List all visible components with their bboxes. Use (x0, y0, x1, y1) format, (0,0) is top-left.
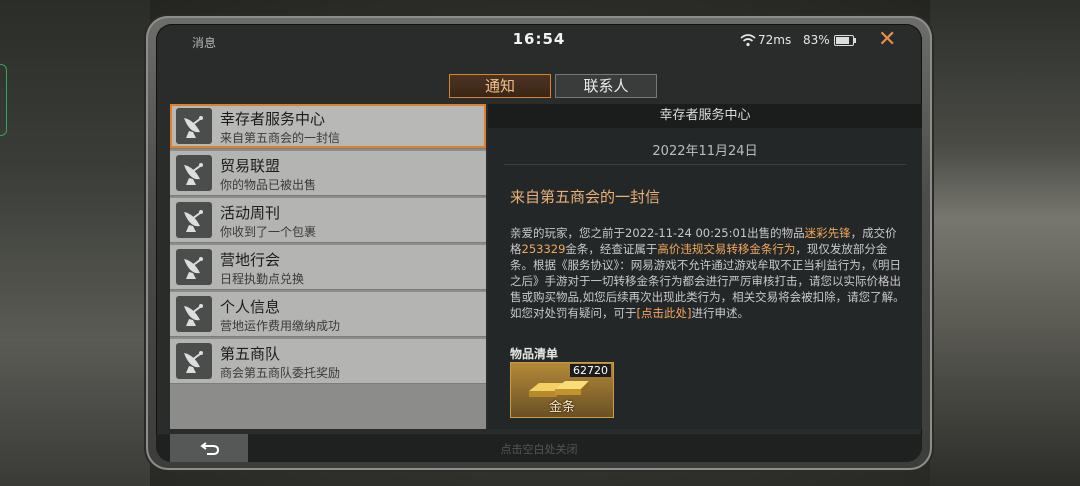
body-text: 金条，经查证属于 (565, 242, 658, 256)
satellite-dish-icon (176, 155, 212, 191)
message-title: 贸易联盟 (220, 157, 281, 175)
close-icon[interactable]: ✕ (878, 27, 896, 52)
appeal-link[interactable]: [点击此处] (637, 306, 692, 320)
battery-percent: 83% (803, 33, 830, 47)
tab-bar: 通知 联系人 (449, 74, 657, 98)
tab-contacts[interactable]: 联系人 (555, 74, 657, 98)
body-text: 亲爱的玩家，您之前于2022-11-24 00:25:01出售的物品 (510, 226, 805, 240)
body-text: 进行申述。 (691, 306, 749, 320)
wifi-icon (740, 34, 756, 47)
close-hint[interactable]: 点击空白处关闭 (156, 441, 922, 457)
message-item[interactable]: 营地行会 日程执勤点兑换 (170, 245, 486, 290)
body-highlight: 迷彩先锋 (804, 226, 851, 240)
message-item[interactable]: 第五商队 商会第五商队委托奖励 (170, 339, 486, 384)
message-title: 第五商队 (220, 345, 281, 363)
message-subtitle: 商会第五商队委托奖励 (220, 366, 341, 380)
edge-tab-indicator[interactable] (0, 64, 7, 136)
satellite-dish-icon (176, 202, 212, 238)
message-subtitle: 日程执勤点兑换 (220, 272, 305, 286)
body-highlight: 高价违规交易转移金条行为 (657, 242, 796, 256)
tablet-screen: 消息 16:54 72ms 83% ✕ 通知 联系人 幸存者服务中心 来自第五商… (156, 24, 922, 462)
detail-header: 幸存者服务中心 (488, 104, 922, 128)
message-title: 个人信息 (220, 298, 281, 316)
background-left (0, 0, 150, 486)
satellite-dish-icon (176, 296, 212, 332)
message-item[interactable]: 活动周刊 你收到了一个包裹 (170, 198, 486, 243)
status-bar: 消息 16:54 72ms 83% ✕ (156, 24, 922, 58)
message-subtitle: 你的物品已被出售 (220, 178, 317, 192)
satellite-dish-icon (176, 249, 212, 285)
message-item[interactable]: 幸存者服务中心 来自第五商会的一封信 (170, 104, 486, 149)
message-subtitle: 营地运作费用缴纳成功 (220, 319, 341, 333)
satellite-dish-icon (176, 343, 212, 379)
item-card[interactable]: 62720 金条 (510, 362, 614, 418)
body-highlight: 253329 (521, 242, 566, 256)
message-title: 幸存者服务中心 (220, 110, 326, 128)
items-label: 物品清单 (510, 347, 559, 361)
item-name: 金条 (548, 400, 575, 415)
battery-icon (834, 35, 856, 46)
divider (504, 164, 906, 165)
message-item[interactable]: 贸易联盟 你的物品已被出售 (170, 151, 486, 196)
satellite-dish-icon (176, 108, 212, 144)
message-list: 幸存者服务中心 来自第五商会的一封信 贸易联盟 你的物品已被出售 活动周刊 你收… (170, 104, 486, 429)
message-subtitle: 你收到了一个包裹 (220, 225, 317, 239)
detail-subject: 来自第五商会的一封信 (510, 188, 661, 206)
message-title: 活动周刊 (220, 204, 281, 222)
detail-body: 亲爱的玩家，您之前于2022-11-24 00:25:01出售的物品迷彩先锋，成… (510, 225, 906, 321)
tablet-frame: 消息 16:54 72ms 83% ✕ 通知 联系人 幸存者服务中心 来自第五商… (146, 16, 932, 470)
detail-date: 2022年11月24日 (652, 144, 758, 159)
message-item[interactable]: 个人信息 营地运作费用缴纳成功 (170, 292, 486, 337)
message-detail: 幸存者服务中心 2022年11月24日 来自第五商会的一封信 亲爱的玩家，您之前… (488, 104, 922, 429)
background-right (930, 0, 1080, 486)
message-subtitle: 来自第五商会的一封信 (220, 131, 341, 145)
tab-notifications[interactable]: 通知 (449, 74, 551, 98)
ping-value: 72ms (758, 33, 792, 47)
message-title: 营地行会 (220, 251, 281, 269)
